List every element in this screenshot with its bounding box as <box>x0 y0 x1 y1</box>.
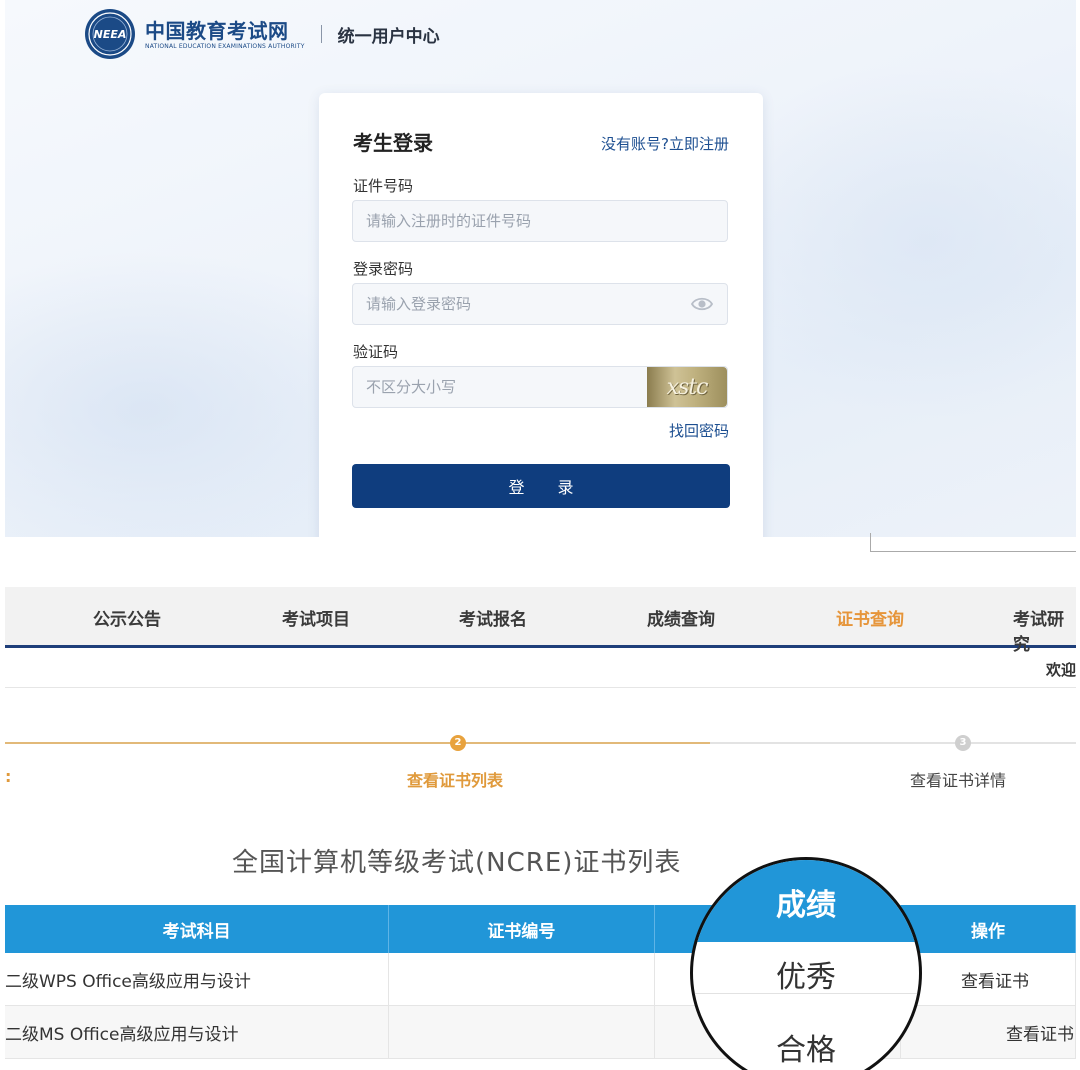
login-button[interactable]: 登 录 <box>352 464 730 508</box>
main-nav: 公示公告 考试项目 考试报名 成绩查询 证书查询 考试研究 <box>5 587 1076 655</box>
nav-item-exam-registration[interactable]: 考试报名 <box>459 605 527 630</box>
login-card: 考生登录 没有账号?立即注册 证件号码 登录密码 验证码 xstc 找回密码 登… <box>319 93 763 537</box>
show-password-eye-icon[interactable] <box>691 295 713 313</box>
nav-item-certificate-query[interactable]: 证书查询 <box>836 605 904 630</box>
password-label: 登录密码 <box>353 260 414 278</box>
step-2-label: 查看证书列表 <box>407 771 504 790</box>
step-3-label: 查看证书详情 <box>910 771 1007 790</box>
nav-item-exam-projects[interactable]: 考试项目 <box>282 605 350 630</box>
brand-name-en: NATIONAL EDUCATION EXAMINATIONS AUTHORIT… <box>145 42 305 50</box>
login-title: 考生登录 <box>353 131 433 155</box>
id-number-input[interactable] <box>353 211 727 231</box>
brand-divider <box>320 25 322 43</box>
magnifier-header-text: 成绩 <box>776 888 836 923</box>
certificate-list-title: 全国计算机等级考试(NCRE)证书列表 <box>232 848 682 878</box>
header-action: 操作 <box>900 905 1076 953</box>
id-number-field-box <box>352 200 728 242</box>
nav-item-score-query[interactable]: 成绩查询 <box>647 605 715 630</box>
header-subject: 考试科目 <box>5 905 390 953</box>
magnifier-score-excellent: 优秀 <box>776 960 836 995</box>
subject-cell: 二级MS Office高级应用与设计 <box>5 1005 390 1059</box>
forgot-password-link[interactable]: 找回密码 <box>669 420 729 441</box>
captcha-input[interactable] <box>353 377 648 397</box>
certificate-screenshot: 公示公告 考试项目 考试报名 成绩查询 证书查询 考试研究 欢迎 : 2 3 查… <box>5 587 1076 1070</box>
captcha-field-box: xstc <box>352 366 728 408</box>
magnifier-score-pass: 合格 <box>776 1033 836 1068</box>
view-certificate-link[interactable]: 查看证书 <box>900 953 1076 1006</box>
progress-line-todo <box>710 742 1076 744</box>
login-screenshot: NEEA 中国教育考试网 NATIONAL EDUCATION EXAMINAT… <box>5 0 1076 537</box>
password-input[interactable] <box>353 294 727 314</box>
brand-name: 中国教育考试网 NATIONAL EDUCATION EXAMINATIONS … <box>145 19 305 50</box>
captcha-label: 验证码 <box>353 343 399 361</box>
welcome-text: 欢迎 <box>1045 661 1076 679</box>
view-certificate-link[interactable]: 查看证书 <box>900 1005 1076 1059</box>
logo-text: NEEA <box>93 27 127 41</box>
cert-number-cell <box>388 953 655 1006</box>
score-magnifier-callout: 成绩 优秀 合格 <box>690 857 922 1070</box>
subject-cell: 二级WPS Office高级应用与设计 <box>5 953 390 1006</box>
user-center-title: 统一用户中心 <box>337 26 440 47</box>
captcha-image[interactable]: xstc <box>647 367 727 407</box>
header-cert-number: 证书编号 <box>388 905 655 953</box>
nav-item-exam-research[interactable]: 考试研究 <box>1013 605 1076 655</box>
divider <box>5 687 1076 688</box>
nav-item-announcements[interactable]: 公示公告 <box>93 605 161 630</box>
register-link[interactable]: 没有账号?立即注册 <box>601 133 729 154</box>
progress-line-done <box>5 742 710 744</box>
step-3-dot: 3 <box>955 735 971 751</box>
site-header-brand: NEEA 中国教育考试网 NATIONAL EDUCATION EXAMINAT… <box>85 8 440 60</box>
cropped-fragment <box>870 533 1076 552</box>
step-1-label-fragment: : <box>5 767 12 786</box>
step-2-dot: 2 <box>450 735 466 751</box>
cert-number-cell <box>388 1005 655 1059</box>
neea-logo-icon[interactable]: NEEA <box>85 9 135 59</box>
password-field-box <box>352 283 728 325</box>
id-number-label: 证件号码 <box>353 177 414 195</box>
brand-name-cn: 中国教育考试网 <box>145 18 289 43</box>
